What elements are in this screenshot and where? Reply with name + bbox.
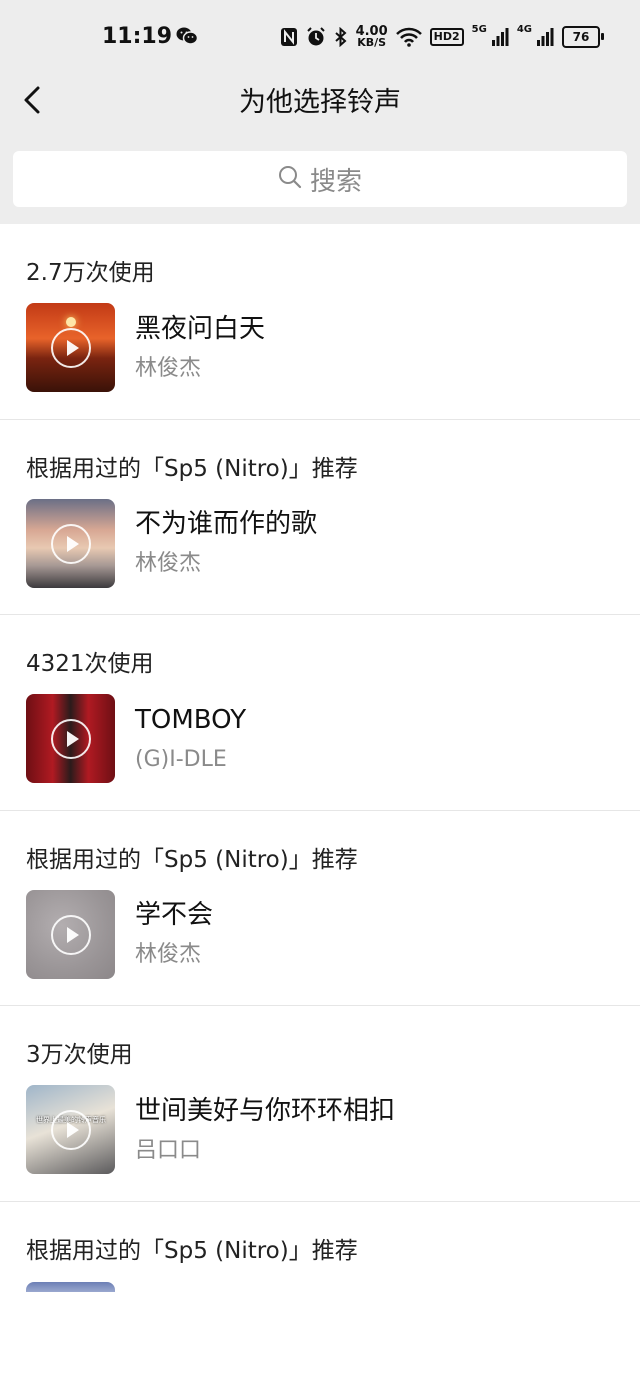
song-artist: 林俊杰 (135, 941, 213, 969)
page-title: 为他选择铃声 (0, 80, 640, 119)
song-artist: 吕口口 (135, 1137, 395, 1165)
status-bar: 11:19 4.00 KB/S (0, 0, 640, 74)
section-label: 根据用过的「Sp5 (Nitro)」推荐 (26, 449, 358, 483)
song-title: 黑夜问白天 (135, 313, 265, 345)
header-area: 11:19 4.00 KB/S (0, 0, 640, 224)
song-title: 世间美好与你环环相扣 (135, 1095, 395, 1127)
play-icon[interactable] (51, 719, 91, 759)
section-label: 3万次使用 (26, 1035, 133, 1069)
song-artist: (G)I-DLE (135, 746, 246, 774)
ringtone-section: 4321次使用 TOMBOY (G)I-DLE (0, 615, 640, 811)
search-placeholder: 搜索 (310, 161, 362, 198)
ringtone-list: 2.7万次使用 黑夜问白天 林俊杰 根据用过的「Sp5 (Nitro)」推荐 不… (0, 224, 640, 1397)
play-icon[interactable] (51, 328, 91, 368)
ringtone-section: 根据用过的「Sp5 (Nitro)」推荐 不为谁而作的歌 林俊杰 (0, 420, 640, 616)
ringtone-section: 3万次使用 世界上最美的铃声音乐 世间美好与你环环相扣 吕口口 (0, 1006, 640, 1202)
network-type-1: 5G (472, 24, 487, 35)
song-item[interactable]: 黑夜问白天 林俊杰 (26, 303, 640, 392)
section-label: 根据用过的「Sp5 (Nitro)」推荐 (26, 1231, 358, 1265)
album-cover[interactable] (26, 694, 115, 783)
song-title: 学不会 (135, 899, 213, 931)
ringtone-section: 根据用过的「Sp5 (Nitro)」推荐 学不会 林俊杰 (0, 811, 640, 1007)
signal-icon (491, 27, 509, 47)
song-title: 不为谁而作的歌 (135, 508, 317, 540)
status-time: 11:19 (102, 24, 172, 49)
network-speed: 4.00 KB/S (356, 26, 388, 48)
album-cover-partial[interactable] (26, 1282, 115, 1292)
bluetooth-icon (334, 27, 348, 47)
section-label: 2.7万次使用 (26, 253, 155, 287)
wifi-icon (396, 27, 422, 47)
play-icon[interactable] (51, 524, 91, 564)
play-icon[interactable] (51, 1110, 91, 1150)
hd-voice-badge: HD2 (430, 28, 464, 46)
alarm-icon (306, 27, 326, 47)
song-artist: 林俊杰 (135, 355, 265, 383)
nav-bar: 为他选择铃声 (0, 74, 640, 136)
song-item[interactable]: TOMBOY (G)I-DLE (26, 694, 640, 783)
wechat-icon (176, 26, 198, 46)
speed-unit: KB/S (356, 37, 388, 48)
song-artist: 林俊杰 (135, 550, 317, 578)
section-label: 根据用过的「Sp5 (Nitro)」推荐 (26, 840, 358, 874)
battery-icon: 76 (562, 26, 600, 48)
signal-icon-2 (536, 27, 554, 47)
album-cover[interactable] (26, 303, 115, 392)
play-icon[interactable] (51, 915, 91, 955)
network-type-2: 4G (517, 24, 532, 35)
song-title: TOMBOY (135, 704, 246, 736)
search-icon (278, 165, 302, 193)
status-icons: 4.00 KB/S HD2 5G 4G 76 (280, 22, 600, 52)
album-cover[interactable] (26, 499, 115, 588)
ringtone-section: 2.7万次使用 黑夜问白天 林俊杰 (0, 224, 640, 420)
song-item[interactable]: 学不会 林俊杰 (26, 890, 640, 979)
album-cover[interactable]: 世界上最美的铃声音乐 (26, 1085, 115, 1174)
ringtone-section: 根据用过的「Sp5 (Nitro)」推荐 (0, 1202, 640, 1397)
song-item[interactable]: 不为谁而作的歌 林俊杰 (26, 499, 640, 588)
album-cover[interactable] (26, 890, 115, 979)
nfc-icon (280, 27, 298, 47)
section-label: 4321次使用 (26, 644, 154, 678)
search-input[interactable]: 搜索 (13, 151, 627, 207)
song-item[interactable]: 世界上最美的铃声音乐 世间美好与你环环相扣 吕口口 (26, 1085, 640, 1174)
